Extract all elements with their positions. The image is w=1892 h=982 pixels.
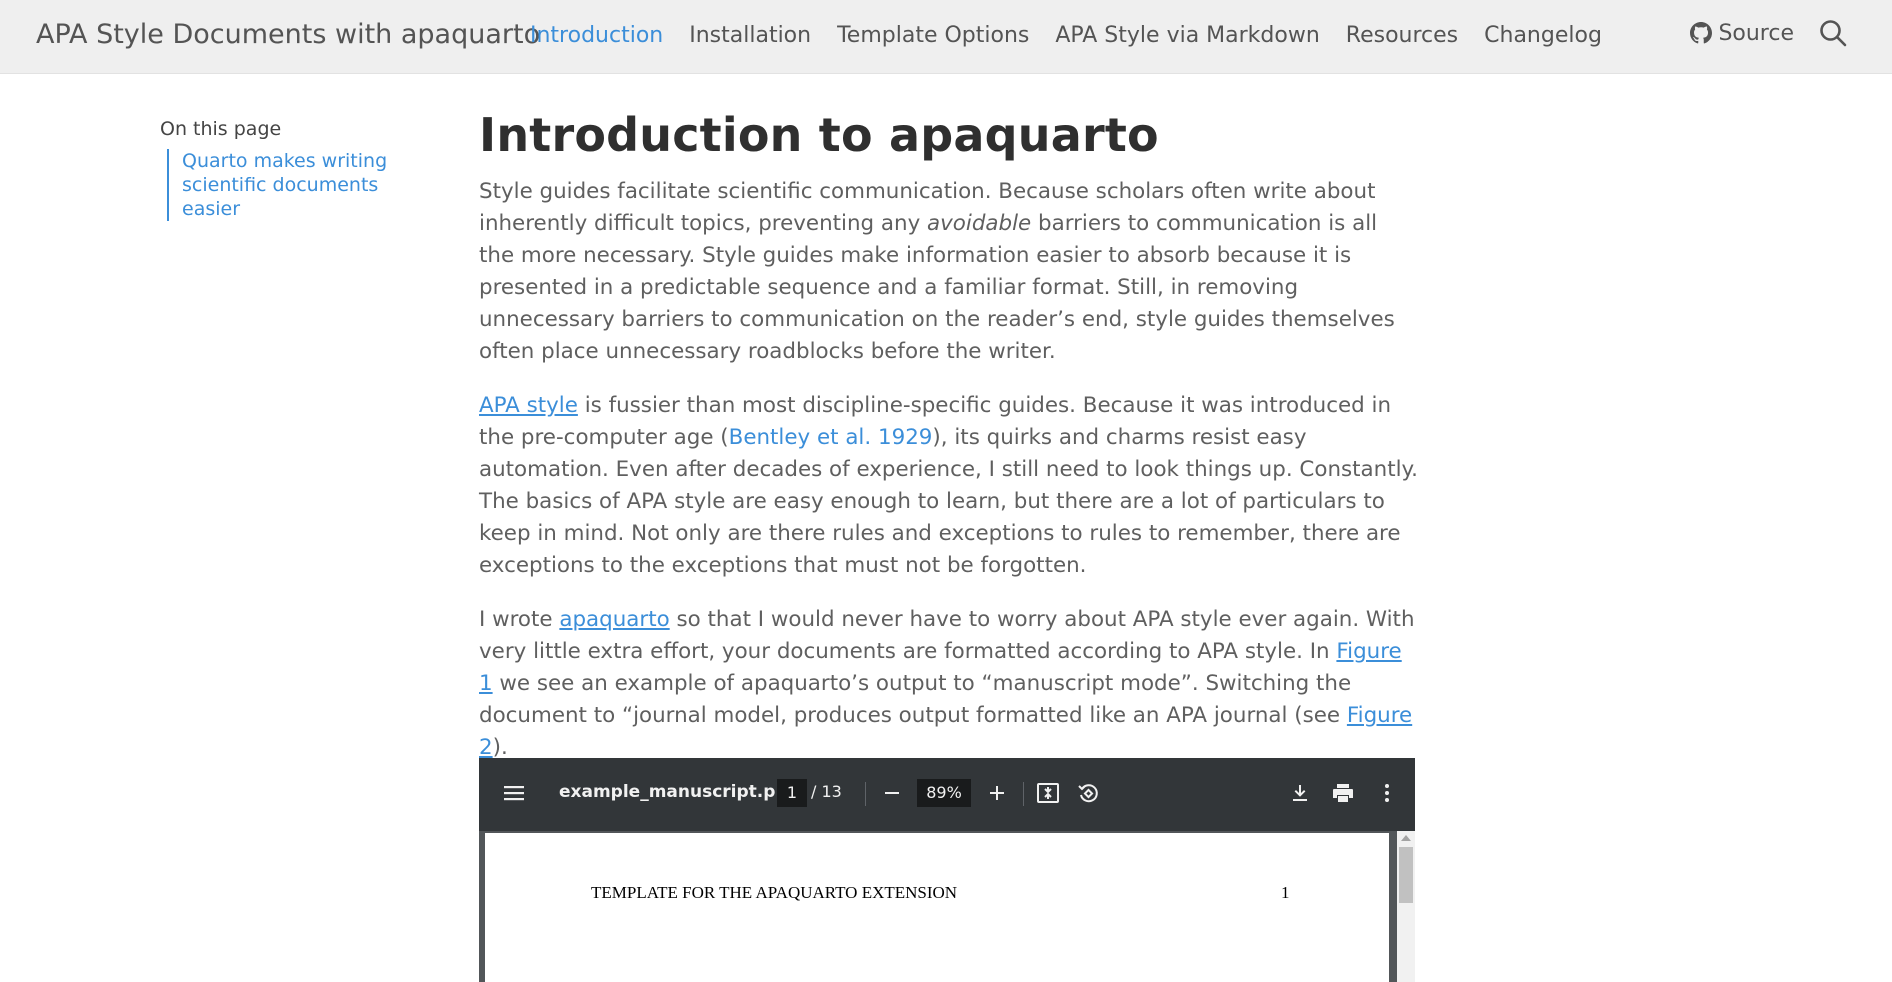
pdf-page-total: / 13	[811, 782, 842, 801]
p3-text-4: ).	[492, 735, 508, 760]
site-brand[interactable]: APA Style Documents with apaquarto	[36, 19, 540, 50]
pdf-running-head: TEMPLATE FOR THE APAQUARTO EXTENSION	[591, 883, 958, 902]
zoom-in-icon[interactable]	[984, 780, 1010, 806]
download-icon[interactable]	[1287, 780, 1313, 806]
nav-links: Introduction Installation Template Optio…	[530, 23, 1602, 48]
top-navbar: APA Style Documents with apaquarto Intro…	[0, 0, 1892, 74]
toc-list: Quarto makes writing scientific document…	[167, 149, 430, 221]
toolbar-divider	[1023, 782, 1024, 806]
pdf-filename: example_manuscript.p...	[559, 782, 795, 802]
apaquarto-link[interactable]: apaquarto	[559, 607, 669, 632]
more-icon[interactable]	[1374, 780, 1400, 806]
toc-item-quarto-makes-writing[interactable]: Quarto makes writing scientific document…	[182, 149, 430, 221]
toc-title: On this page	[160, 118, 282, 140]
table-of-contents: On this page Quarto makes writing scient…	[160, 118, 430, 221]
pdf-zoom-input[interactable]: 89%	[917, 779, 971, 807]
p1-emphasis: avoidable	[927, 211, 1032, 236]
print-icon[interactable]	[1330, 780, 1356, 806]
github-icon	[1690, 22, 1713, 44]
search-icon[interactable]	[1818, 18, 1848, 48]
p3-text-3: we see an example of apaquarto’s output …	[479, 671, 1352, 728]
paragraph-i-wrote: I wrote apaquarto so that I would never …	[479, 604, 1419, 764]
apa-style-link[interactable]: APA style	[479, 393, 578, 418]
pdf-scroll-thumb[interactable]	[1399, 847, 1413, 903]
menu-icon[interactable]	[501, 780, 527, 806]
source-label: Source	[1718, 20, 1794, 46]
paragraph-apa-style: APA style is fussier than most disciplin…	[479, 390, 1419, 582]
pdf-scrollbar[interactable]	[1397, 831, 1415, 982]
paragraph-style-guides: Style guides facilitate scientific commu…	[479, 176, 1419, 368]
nav-link-resources[interactable]: Resources	[1346, 23, 1458, 48]
rotate-icon[interactable]	[1075, 780, 1101, 806]
citation-bentley-link[interactable]: Bentley et al. 1929	[729, 425, 933, 450]
nav-link-installation[interactable]: Installation	[689, 23, 811, 48]
pdf-page: TEMPLATE FOR THE APAQUARTO EXTENSION 1	[485, 833, 1389, 982]
source-link[interactable]: Source	[1690, 21, 1794, 46]
nav-link-template-options[interactable]: Template Options	[837, 23, 1029, 48]
nav-link-apa-style-via-markdown[interactable]: APA Style via Markdown	[1055, 23, 1319, 48]
zoom-out-icon[interactable]	[879, 780, 905, 806]
pdf-page-number: 1	[1281, 883, 1290, 902]
nav-link-changelog[interactable]: Changelog	[1484, 23, 1602, 48]
pdf-viewer[interactable]: example_manuscript.p... 1 / 13 89% TEMPL…	[479, 758, 1415, 982]
pdf-page-input[interactable]: 1	[777, 779, 807, 807]
scroll-up-arrow-icon[interactable]	[1401, 835, 1411, 841]
toolbar-divider	[865, 782, 866, 806]
navbar-tools: Source	[1690, 18, 1848, 48]
p3-text-1: I wrote	[479, 607, 560, 632]
page-title: Introduction to apaquarto	[479, 108, 1159, 162]
main-content: Introduction to apaquarto Style guides f…	[479, 108, 1419, 786]
nav-link-introduction[interactable]: Introduction	[530, 23, 663, 48]
fit-page-icon[interactable]	[1035, 780, 1061, 806]
pdf-toolbar: example_manuscript.p... 1 / 13 89%	[479, 758, 1415, 831]
